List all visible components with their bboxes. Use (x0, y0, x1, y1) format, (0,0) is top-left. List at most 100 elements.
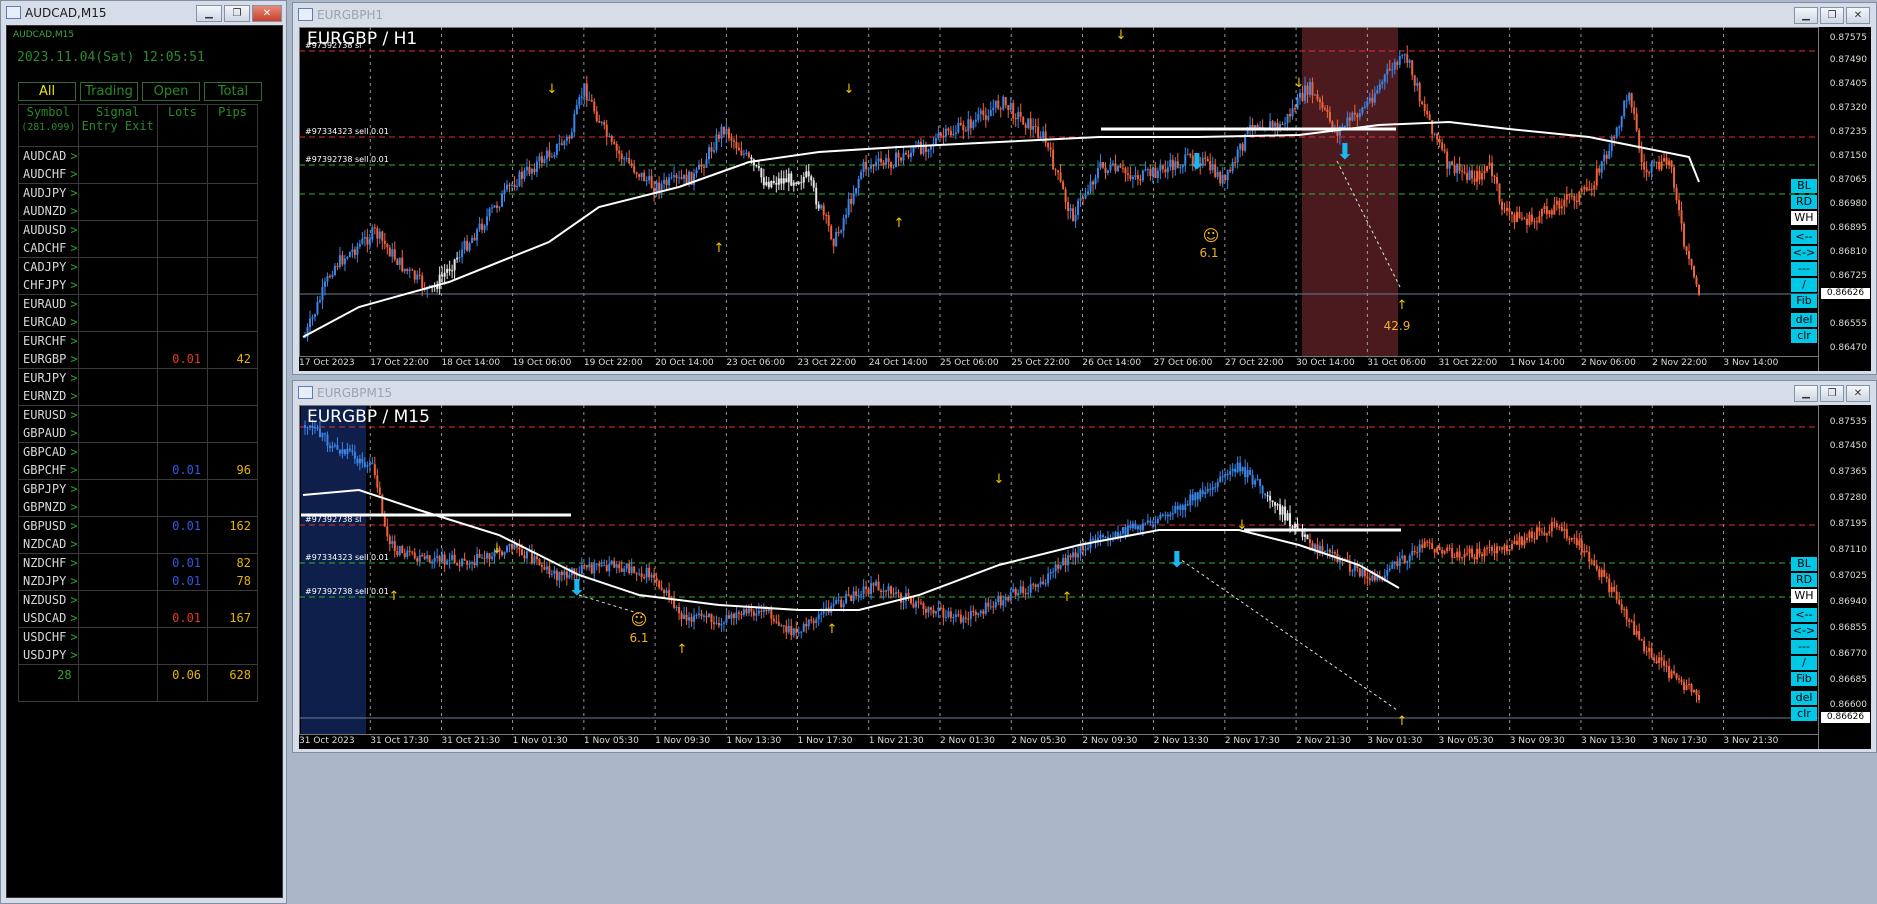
symbol-cell[interactable]: GBPJPY > GBPNZD > (18, 479, 79, 517)
price-tick: 0.87235 (1829, 127, 1867, 137)
chart-window-h1: EURGBPH1 ▁ ❐ ✕ ↓ ↓ ↓ ↓ ↑ ↑ ↑ ⬇ ⬇ 6.1 42.9 ☺ EURGBP /… (292, 2, 1877, 375)
tool-button-line[interactable]: / (1791, 278, 1817, 292)
current-price-label: 0.86626 (1821, 288, 1870, 299)
window-titlebar[interactable]: EURGBPM15 (293, 381, 1876, 405)
price-axis[interactable]: 0.87535 0.87450 0.87365 0.87280 0.87195 0.871… (1818, 405, 1871, 749)
tab-all[interactable]: All (18, 82, 76, 101)
tool-button-rd[interactable]: RD (1791, 195, 1817, 209)
signal-cell (77, 590, 158, 628)
tool-button-fib[interactable]: Fib (1791, 672, 1817, 686)
time-tick: 26 Oct 14:00 (1082, 358, 1142, 368)
table-row: AUDCAD > AUDCHF > (18, 146, 258, 184)
price-chart-h1[interactable]: ↓ ↓ ↓ ↓ ↑ ↑ ↑ ⬇ ⬇ 6.1 42.9 ☺ EURGBP / H1 #97392738 sl… (299, 27, 1871, 371)
tab-trading[interactable]: Trading (80, 82, 138, 101)
price-tick: 0.86470 (1829, 343, 1867, 353)
sell-arrow-icon: ⬇ (1188, 150, 1206, 175)
time-tick: 1 Nov 17:30 (797, 736, 853, 746)
price-tick: 0.87490 (1829, 55, 1867, 65)
tool-button-arrow-both[interactable]: <-> (1791, 246, 1817, 260)
price-tick: 0.86855 (1829, 623, 1867, 633)
tool-button-del[interactable]: del (1791, 313, 1817, 327)
tool-button-wh[interactable]: WH (1791, 211, 1817, 225)
tool-button-bl[interactable]: BL (1791, 557, 1817, 571)
chart-canvas[interactable]: ↓ ↓ ↓ ↓ ↑ ↑ ↑ ⬇ ⬇ 6.1 42.9 ☺ (299, 27, 1819, 371)
close-button[interactable]: ✕ (252, 5, 282, 22)
price-tick: 0.87575 (1829, 33, 1867, 43)
symbol-cell[interactable]: CADJPY > CHFJPY > (18, 257, 79, 295)
tool-button-fib[interactable]: Fib (1791, 294, 1817, 308)
maximize-button[interactable]: ❐ (1820, 7, 1844, 24)
price-chart-m15[interactable]: ↓ ↓ ↓ ↑ ↑ ↑ ↑ ↑ ⬇ ⬇ 6.1 ☺ EURGBP / M15 #97392738 sl #9… (299, 405, 1871, 749)
moving-average-line (302, 488, 1400, 611)
lots-cell (156, 146, 209, 184)
tool-button-arrow-left[interactable]: <-- (1791, 230, 1817, 244)
symbol-cell[interactable]: NZDUSD > USDCAD > (18, 590, 79, 628)
time-tick: 31 Oct 21:30 (441, 736, 501, 746)
minimize-button[interactable]: ▁ (196, 5, 222, 22)
time-tick: 1 Nov 01:30 (512, 736, 568, 746)
price-tick: 0.87280 (1829, 493, 1867, 503)
order-label: #97334323 sell 0.01 (305, 553, 389, 562)
tool-button-del[interactable]: del (1791, 691, 1817, 705)
symbol-cell[interactable]: EURAUD > EURCAD > (18, 294, 79, 332)
smiley-icon: ☺ (1203, 226, 1220, 245)
window-titlebar[interactable]: EURGBPH1 (293, 3, 1876, 27)
symbol-cell[interactable]: EURCHF > EURGBP > (18, 331, 79, 369)
symbol-cell[interactable]: EURUSD > GBPAUD > (18, 405, 79, 443)
price-tick: 0.87150 (1829, 151, 1867, 161)
signal-cell (77, 553, 158, 591)
time-tick: 27 Oct 22:00 (1224, 358, 1284, 368)
symbol-cell[interactable]: AUDJPY > AUDNZD > (18, 183, 79, 221)
time-tick: 2 Nov 21:30 (1296, 736, 1352, 746)
order-label: #97392738 sell 0.01 (305, 155, 389, 164)
tool-button-clr[interactable]: clr (1791, 707, 1817, 721)
sell-arrow-icon: ↓ (844, 82, 855, 97)
table-row: NZDCHF > NZDJPY > 0.01 0.01 82 78 (18, 553, 258, 591)
pips-cell: 96 (207, 442, 258, 480)
symbol-cell[interactable]: NZDCHF > NZDJPY > (18, 553, 79, 591)
table-row: EURUSD > GBPAUD > (18, 405, 258, 443)
sell-arrow-icon: ↓ (1294, 76, 1305, 91)
tool-button-rd[interactable]: RD (1791, 573, 1817, 587)
symbol-cell[interactable]: USDCHF > USDJPY > (18, 627, 79, 665)
signal-cell (77, 627, 158, 665)
pips-cell (207, 294, 258, 332)
close-button[interactable]: ✕ (1846, 385, 1870, 402)
lots-cell: 0.01 0.01 (156, 553, 209, 591)
tool-button-clr[interactable]: clr (1791, 329, 1817, 343)
maximize-button[interactable]: ❐ (224, 5, 250, 22)
price-tick: 0.87405 (1829, 79, 1867, 89)
tool-button-bl[interactable]: BL (1791, 179, 1817, 193)
lots-cell (156, 183, 209, 221)
pips-cell (207, 627, 258, 665)
minimize-button[interactable]: ▁ (1794, 385, 1818, 402)
dashboard-panel: AUDCAD,M15 2023.11.04(Sat) 12:05:51 All T… (6, 25, 283, 898)
tab-open[interactable]: Open (142, 82, 200, 101)
tool-button-arrow-left[interactable]: <-- (1791, 608, 1817, 622)
symbol-cell[interactable]: AUDUSD > CADCHF > (18, 220, 79, 258)
symbol-cell[interactable]: GBPUSD > NZDCAD > (18, 516, 79, 554)
time-tick: 23 Oct 22:00 (797, 358, 857, 368)
close-button[interactable]: ✕ (1846, 7, 1870, 24)
minimize-button[interactable]: ▁ (1794, 7, 1818, 24)
datetime-label: 2023.11.04(Sat) 12:05:51 (17, 50, 205, 65)
maximize-button[interactable]: ❐ (1820, 385, 1844, 402)
symbol-cell[interactable]: EURJPY > EURNZD > (18, 368, 79, 406)
tab-total[interactable]: Total (204, 82, 262, 101)
symbol-cell[interactable]: AUDCAD > AUDCHF > (18, 146, 79, 184)
chart-canvas[interactable]: ↓ ↓ ↓ ↑ ↑ ↑ ↑ ↑ ⬇ ⬇ 6.1 ☺ (299, 405, 1819, 749)
symbol-cell[interactable]: GBPCAD > GBPCHF > (18, 442, 79, 480)
tool-button-line[interactable]: / (1791, 656, 1817, 670)
price-tick: 0.86940 (1829, 597, 1867, 607)
profit-annotation: 42.9 (1384, 319, 1411, 333)
sell-arrow-icon: ↓ (1116, 28, 1127, 43)
tool-button-dash[interactable]: --- (1791, 262, 1817, 276)
signal-cell (77, 479, 158, 517)
signal-cell (77, 294, 158, 332)
tool-button-wh[interactable]: WH (1791, 589, 1817, 603)
price-tick: 0.87195 (1829, 519, 1867, 529)
tool-button-arrow-both[interactable]: <-> (1791, 624, 1817, 638)
price-axis[interactable]: 0.87575 0.87490 0.87405 0.87320 0.87235 0.871… (1818, 27, 1871, 371)
highlight-zone (301, 406, 366, 734)
tool-button-dash[interactable]: --- (1791, 640, 1817, 654)
